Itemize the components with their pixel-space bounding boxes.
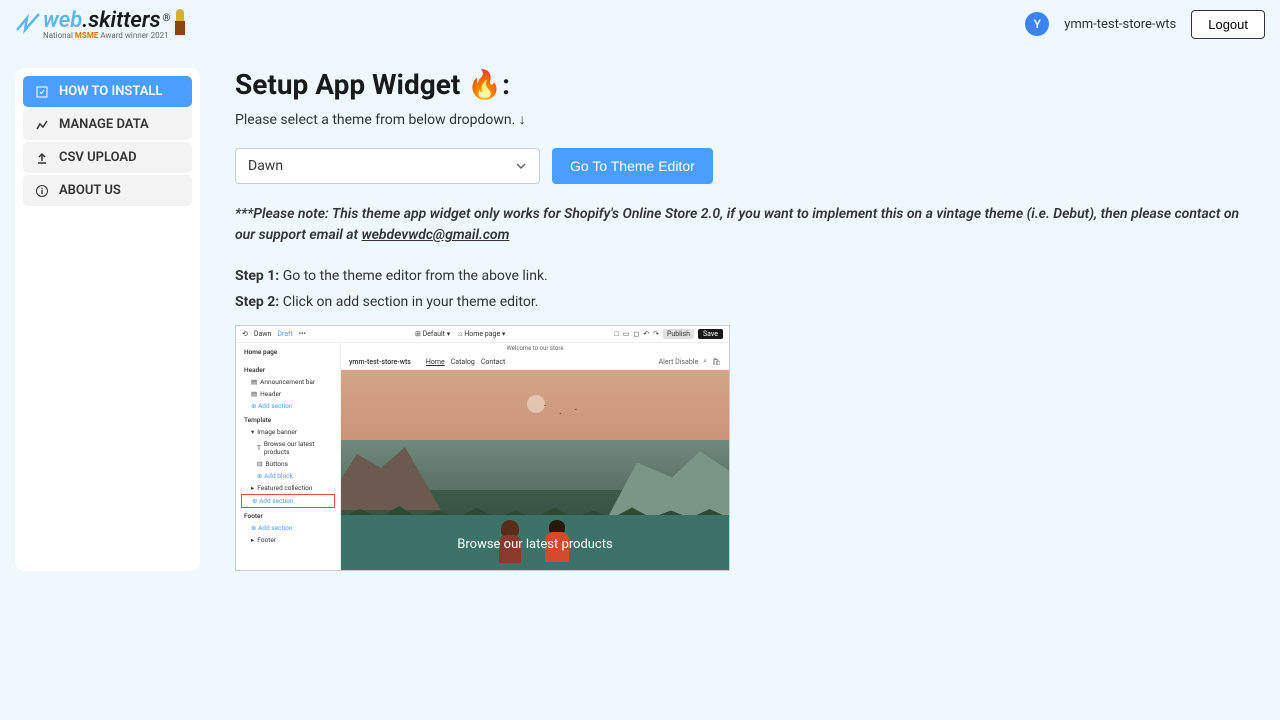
ss-item: ▤ Announcement bar: [241, 376, 335, 388]
page-subtitle: Please select a theme from below dropdow…: [235, 111, 1245, 128]
ss-item: ▾ Image banner: [241, 426, 335, 438]
logo-subtitle: National MSME Award winner 2021: [43, 31, 170, 40]
ss-item: ▸ Featured collection: [241, 482, 335, 494]
info-icon: [35, 184, 49, 198]
avatar[interactable]: Y: [1025, 12, 1049, 36]
ss-publish-btn: Publish: [663, 329, 694, 339]
logout-button[interactable]: Logout: [1191, 10, 1265, 39]
ss-bird-icon: ⌄: [543, 402, 547, 408]
step-2: Step 2: Click on add section in your the…: [235, 294, 1245, 310]
ss-section-template: Template: [241, 412, 335, 426]
ss-announcement: Welcome to our store: [341, 343, 729, 354]
ss-page-select: ⌂ Home page ▾: [458, 330, 505, 338]
ss-toolbar: ⟲ Dawn Draft ••• ⊞ Default ▾ ⌂ Home page…: [236, 326, 729, 343]
upload-icon: [35, 151, 49, 165]
install-icon: [35, 85, 49, 99]
dropdown-value: Dawn: [248, 158, 283, 174]
theme-controls: Dawn Go To Theme Editor: [235, 148, 1245, 184]
content-area: Setup App Widget 🔥: Please select a them…: [235, 68, 1265, 571]
ss-exit-icon: ⟲: [242, 330, 248, 338]
ss-add-section: ⊕ Add section: [241, 400, 335, 412]
ss-section-header: Header: [241, 362, 335, 376]
ss-mountain: [609, 440, 729, 515]
support-email-link[interactable]: webdevwdc@gmail.com: [362, 227, 510, 243]
logo: web.skitters® National MSME Award winner…: [15, 8, 186, 40]
sidebar-item-how-to-install[interactable]: HOW TO INSTALL: [23, 76, 192, 107]
sidebar-item-csv-upload[interactable]: CSV UPLOAD: [23, 142, 192, 173]
ss-navbar: ymm-test-store-wts Home Catalog Contact …: [341, 354, 729, 370]
ss-template-select: ⊞ Default ▾: [415, 330, 450, 338]
main-container: HOW TO INSTALL MANAGE DATA CSV UPLOAD AB…: [0, 48, 1280, 591]
ss-preview: Welcome to our store ymm-test-store-wts …: [341, 343, 729, 570]
ss-add-section-highlighted: ⊕ Add section: [241, 494, 335, 508]
ss-device-icon: ▭: [623, 330, 630, 338]
step-1: Step 1: Go to the theme editor from the …: [235, 268, 1245, 284]
sidebar-item-manage-data[interactable]: MANAGE DATA: [23, 109, 192, 140]
ss-add-section: ⊕ Add section: [241, 522, 335, 534]
ss-item: ▤ Header: [241, 388, 335, 400]
ss-nav-link: Catalog: [451, 358, 475, 366]
logo-prefix: web: [43, 8, 82, 33]
ss-section-footer: Footer: [241, 508, 335, 522]
app-header: web.skitters® National MSME Award winner…: [0, 0, 1280, 48]
ss-store-name: ymm-test-store-wts: [349, 358, 411, 366]
ss-draft-badge: Draft: [277, 330, 292, 338]
ss-nav-link: Contact: [481, 358, 505, 366]
ss-save-btn: Save: [698, 329, 723, 339]
ss-cart-icon: 🛍: [712, 358, 721, 366]
ss-device-icon: □: [615, 330, 619, 338]
trophy-icon: [174, 9, 186, 39]
ss-hero-heading: Browse our latest products: [341, 537, 729, 552]
theme-dropdown[interactable]: Dawn: [235, 148, 540, 184]
logo-swoosh-icon: [15, 10, 43, 38]
instruction-screenshot: ⟲ Dawn Draft ••• ⊞ Default ▾ ⌂ Home page…: [235, 325, 730, 571]
ss-add-block: ⊕ Add block: [241, 470, 335, 482]
ss-nav-link: Home: [426, 358, 445, 366]
ss-undo-icon: ↶: [643, 330, 649, 338]
nav-label: HOW TO INSTALL: [59, 84, 162, 99]
nav-label: CSV UPLOAD: [59, 150, 137, 165]
page-title: Setup App Widget 🔥:: [235, 68, 1245, 101]
ss-menu-icon: •••: [299, 330, 306, 338]
goto-theme-editor-button[interactable]: Go To Theme Editor: [552, 148, 713, 184]
ss-bird-icon: ⌄: [558, 410, 562, 416]
ss-subitem: ⊟ Buttons: [241, 458, 335, 470]
ss-device-icon: ◻: [633, 330, 639, 338]
ss-alert-badge: Alert Disable: [659, 358, 699, 366]
ss-item: ▸ Footer: [241, 534, 335, 546]
nav-label: MANAGE DATA: [59, 117, 149, 132]
ss-page-title: Home page: [241, 348, 335, 356]
logo-suffix: .skitters: [82, 8, 160, 33]
ss-subitem: T Browse our latest products: [241, 438, 335, 458]
store-name: ymm-test-store-wts: [1064, 17, 1176, 32]
header-right: Y ymm-test-store-wts Logout: [1025, 10, 1265, 39]
ss-sidebar: Home page Header ▤ Announcement bar ▤ He…: [236, 343, 341, 570]
ss-mountain: [341, 440, 441, 510]
ss-bird-icon: ⌄: [574, 406, 578, 412]
registered-icon: ®: [163, 13, 171, 24]
sidebar: HOW TO INSTALL MANAGE DATA CSV UPLOAD AB…: [15, 68, 200, 571]
compatibility-note: ***Please note: This theme app widget on…: [235, 204, 1245, 246]
chevron-down-icon: [515, 160, 527, 172]
nav-label: ABOUT US: [59, 183, 121, 198]
ss-search-icon: ⌕: [703, 357, 707, 366]
data-icon: [35, 118, 49, 132]
sidebar-item-about-us[interactable]: ABOUT US: [23, 175, 192, 206]
ss-theme-name: Dawn: [254, 330, 272, 338]
ss-redo-icon: ↷: [653, 330, 659, 338]
ss-hero-image: ⌄ ⌄ ⌄ Browse our latest products: [341, 370, 729, 570]
